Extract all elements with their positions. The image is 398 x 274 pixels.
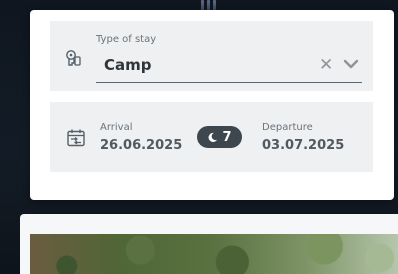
calendar-icon bbox=[67, 129, 85, 147]
stay-type-select[interactable]: Type of stay Camp ✕ bbox=[50, 21, 373, 91]
arrival-date[interactable]: 26.06.2025 bbox=[100, 138, 182, 153]
stay-type-label: Type of stay bbox=[96, 34, 157, 45]
tag-keys-icon bbox=[66, 50, 81, 66]
nights-count: 7 bbox=[222, 129, 232, 145]
departure-label: Departure bbox=[262, 122, 313, 133]
listing-card[interactable] bbox=[20, 214, 398, 274]
arrival-label: Arrival bbox=[100, 122, 133, 133]
stay-type-value: Camp bbox=[104, 56, 152, 74]
date-range-picker[interactable]: Arrival 26.06.2025 7 Departure 03.07.202… bbox=[50, 102, 373, 172]
departure-date[interactable]: 03.07.2025 bbox=[262, 138, 344, 153]
nights-badge: 7 bbox=[197, 126, 242, 148]
listing-photo bbox=[30, 234, 398, 274]
chevron-down-icon[interactable] bbox=[343, 57, 359, 71]
stay-type-underline bbox=[96, 82, 362, 83]
booking-search-card: Type of stay Camp ✕ Arrival 26.06.2025 7… bbox=[30, 10, 394, 200]
moon-icon bbox=[209, 132, 218, 142]
clear-icon[interactable]: ✕ bbox=[319, 57, 333, 74]
